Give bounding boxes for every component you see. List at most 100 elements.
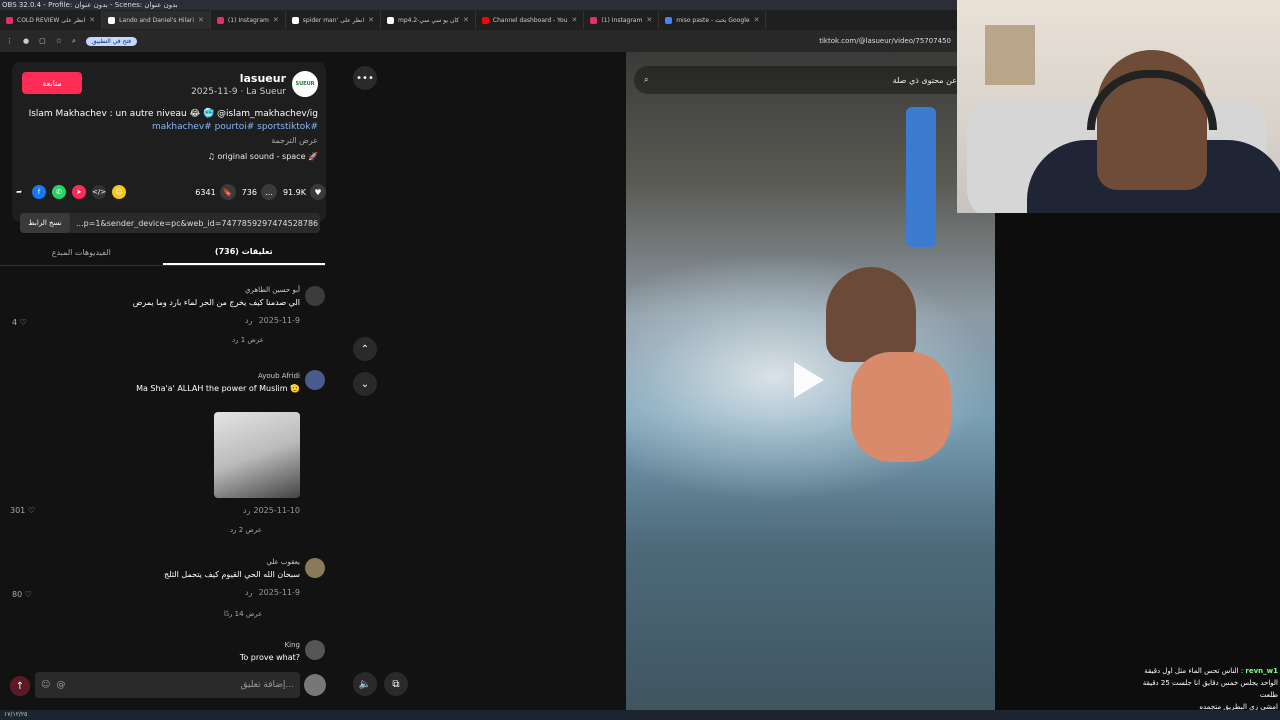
follow-button[interactable]: متابعة — [22, 72, 82, 94]
comment-image[interactable] — [214, 412, 300, 498]
view-replies[interactable]: عرض 14 ردًا — [224, 610, 262, 618]
close-icon[interactable]: ✕ — [754, 16, 760, 24]
comment-icon: … — [260, 184, 277, 200]
tab-7[interactable]: (1) Instagram ✕ — [584, 11, 660, 29]
send-button[interactable]: ↑ — [10, 676, 30, 696]
share-icon[interactable]: ➦ — [12, 185, 26, 199]
search-icon[interactable]: ⌕ — [72, 37, 76, 46]
url-field[interactable]: tiktok.com/@lasueur/video/75707450 — [819, 37, 951, 45]
open-in-app-button[interactable]: فتح في التطبيق — [85, 36, 138, 46]
tab-favicon — [291, 16, 299, 24]
comment-stat[interactable]: 736… — [242, 184, 277, 200]
post-hashtags[interactable]: makhachev# pourtoi# sportstiktok# — [152, 122, 318, 132]
pip-icon[interactable]: ⧉ — [384, 672, 408, 696]
comment-date: 2025-11-9 — [258, 316, 300, 325]
close-icon[interactable]: ✕ — [198, 16, 204, 24]
shelf — [985, 25, 1035, 85]
tab-favicon — [216, 16, 224, 24]
post-tabs: الفيديوهات المبدع تعليقات (736) — [0, 240, 325, 266]
avatar[interactable] — [305, 286, 325, 306]
like-stat[interactable]: 91.9K ♥ — [283, 184, 326, 200]
previous-video-button[interactable]: ⌃ — [353, 337, 377, 361]
close-icon[interactable]: ✕ — [368, 16, 374, 24]
author-name[interactable]: lasueur — [240, 72, 286, 85]
view-replies[interactable]: عرض 1 رد — [232, 336, 264, 344]
comment-author[interactable]: يعقوب علي — [266, 558, 300, 566]
tab-2[interactable]: Lando and Daniel's Hilari ✕ — [102, 11, 211, 29]
close-icon[interactable]: ✕ — [463, 16, 469, 24]
avatar[interactable] — [305, 558, 325, 578]
comment-text: سبحان الله الحي القيوم كيف يتحمل الثلج — [163, 570, 300, 579]
bookmark-icon: 🔖 — [219, 184, 236, 200]
save-stat[interactable]: 6341 🔖 — [195, 184, 236, 200]
author-avatar[interactable]: SUEUR — [292, 71, 318, 97]
reply-button[interactable]: رد — [243, 506, 250, 515]
close-icon[interactable]: ✕ — [572, 16, 578, 24]
like-count[interactable]: 80 ♡ — [12, 590, 32, 599]
related-search[interactable]: ⌕ ابحث عن محتوى ذي صلة — [634, 66, 987, 94]
tab-creator-videos[interactable]: الفيديوهات المبدع — [0, 240, 163, 265]
tab-favicon — [665, 16, 673, 24]
telegram-icon[interactable]: ➤ — [72, 185, 86, 199]
comment-date: 2025-11-10 — [253, 506, 301, 515]
copy-link-bar: نسخ الرابط ...p=1&sender_device=pc&web_i… — [20, 213, 320, 233]
facebook-icon[interactable]: f — [32, 185, 46, 199]
tab-5[interactable]: mp4.2-كان يو سي سي ✕ — [381, 11, 476, 29]
comment-placeholder: إضافة تعليق... — [240, 680, 294, 690]
tab-3[interactable]: (1) Instagram ✕ — [211, 11, 286, 29]
comment-text: Ma Sha'a' ALLAH the power of Muslim 🫡 — [136, 384, 300, 393]
emoji-icon[interactable]: ☺ — [41, 680, 50, 690]
extensions-icon[interactable]: ▢ — [39, 37, 46, 45]
tab-comments[interactable]: تعليقات (736) — [162, 240, 325, 265]
comment-author[interactable]: Ayoub Afridi — [258, 372, 300, 380]
comment-author[interactable]: King — [285, 641, 300, 649]
save-count: 6341 — [195, 187, 216, 197]
tab-favicon — [387, 16, 395, 24]
sound-link[interactable]: ♫ original sound - space 🚀 — [208, 152, 318, 161]
obs-background — [995, 213, 1280, 720]
tab-label: mp4.2-كان يو سي سي — [398, 16, 460, 24]
close-icon[interactable]: ✕ — [89, 16, 95, 24]
mention-icon[interactable]: @ — [56, 680, 65, 690]
comment-author[interactable]: أبو حسين الطاهري — [245, 286, 300, 294]
reply-button[interactable]: رد — [245, 588, 252, 597]
translate-link[interactable]: عرض الترجمة — [271, 136, 318, 145]
profile-icon[interactable]: ● — [23, 37, 29, 45]
embed-icon[interactable]: </> — [92, 185, 106, 199]
tab-label: Lando and Daniel's Hilari — [119, 16, 195, 24]
search-icon: ⌕ — [644, 75, 649, 84]
post-panel: متابعة lasueur 2025-11-9 · La Sueur SUEU… — [0, 52, 340, 720]
like-count[interactable]: 4 ♡ — [12, 318, 27, 327]
friends-icon[interactable]: ☺ — [112, 185, 126, 199]
close-icon[interactable]: ✕ — [273, 16, 279, 24]
tab-label: COLD REVIEW انظر على — [17, 16, 86, 24]
volume-icon[interactable]: 🔈 — [353, 672, 377, 696]
tab-label: (1) Instagram — [601, 16, 643, 24]
close-icon[interactable]: ✕ — [646, 16, 652, 24]
next-video-button[interactable]: ⌄ — [353, 372, 377, 396]
reply-button[interactable]: رد — [245, 316, 252, 325]
tab-8[interactable]: miso paste - بحث Google ✕ — [659, 11, 767, 29]
tab-4[interactable]: spider man' انظر على ✕ — [286, 11, 382, 29]
tab-1[interactable]: COLD REVIEW انظر على ✕ — [0, 11, 103, 29]
video-player[interactable]: ⌕ ابحث عن محتوى ذي صلة — [626, 52, 995, 710]
play-icon[interactable] — [794, 362, 824, 398]
post-meta: 2025-11-9 · La Sueur — [191, 87, 286, 97]
video-controls-column: ••• ⌃ ⌄ 🔈 ⧉ — [340, 52, 626, 720]
tab-6[interactable]: Channel dashboard - You ✕ — [476, 11, 585, 29]
post-link[interactable]: ...p=1&sender_device=pc&web_id=747785929… — [76, 219, 318, 228]
avatar[interactable] — [305, 640, 325, 660]
menu-icon[interactable]: ⋮ — [6, 37, 13, 45]
more-options-icon[interactable]: ••• — [353, 66, 377, 90]
like-count[interactable]: 301 ♡ — [10, 506, 35, 515]
avatar[interactable] — [305, 370, 325, 390]
copy-link-button[interactable]: نسخ الرابط — [20, 213, 70, 233]
like-count-value: 4 — [12, 318, 18, 327]
star-icon[interactable]: ☆ — [56, 37, 62, 45]
whatsapp-icon[interactable]: ✆ — [52, 185, 66, 199]
comment-item: King To prove what? — [0, 638, 325, 668]
chat-line-1: الناس تحس الماء مثل اول دقيقة — [1144, 667, 1239, 675]
tab-label: miso paste - بحث Google — [676, 16, 750, 24]
comment-input[interactable]: ☺ @ إضافة تعليق... — [35, 672, 300, 698]
view-replies[interactable]: عرض 2 رد — [230, 526, 262, 534]
